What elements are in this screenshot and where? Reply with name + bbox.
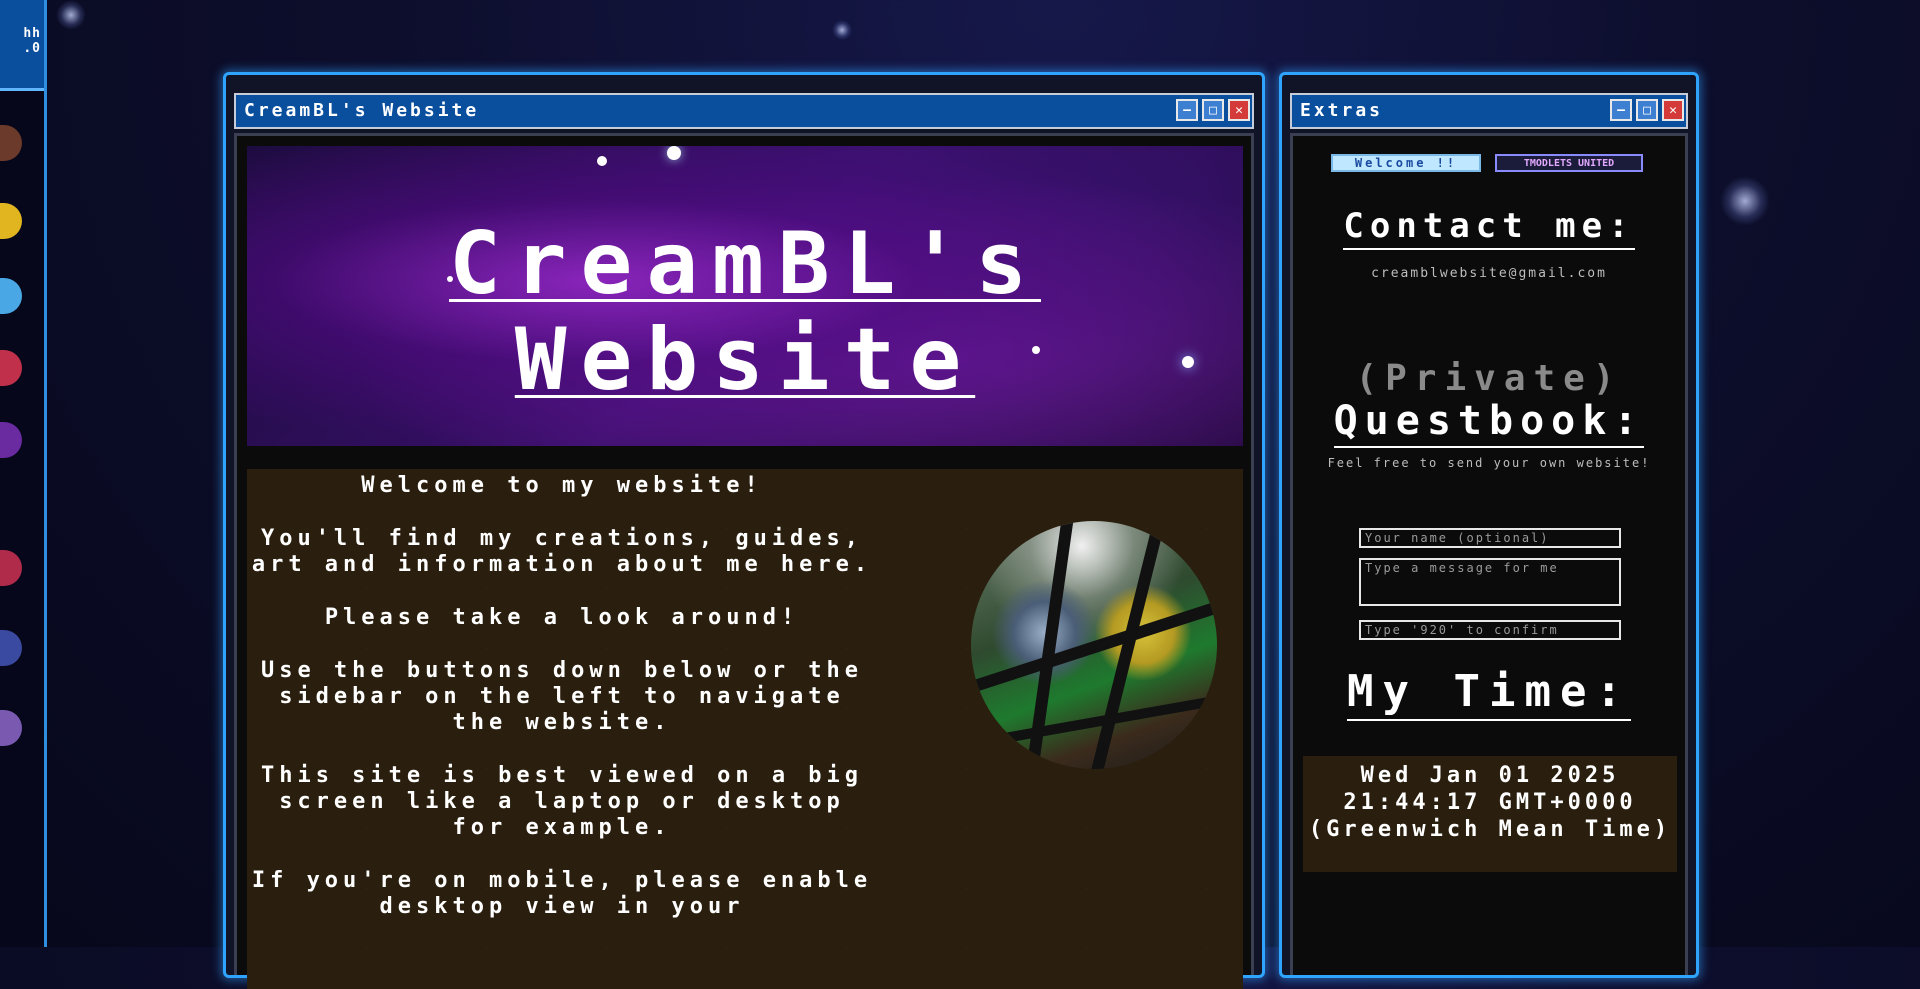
welcome-paragraph: Please take a look around! (324, 605, 800, 630)
tmodlets-united-badge[interactable]: TMODLETS UNITED (1495, 154, 1643, 172)
welcome-paragraph: You'll find my creations, guides, art an… (251, 526, 873, 577)
sidebar-item-crystal-icon[interactable] (0, 278, 22, 314)
avatar-parakeet-photo (971, 521, 1217, 769)
minimize-button[interactable]: – (1610, 99, 1632, 121)
site-banner: CreamBL's Website (247, 146, 1243, 446)
banner-title-line1: CreamBL's (449, 214, 1041, 314)
welcome-paragraph: Welcome to my website! (361, 473, 763, 498)
extras-window-body: Welcome !! TMODLETS UNITED Contact me: c… (1290, 133, 1688, 975)
welcome-paragraph: If you're on mobile, please enable deskt… (251, 868, 873, 919)
main-window: CreamBL's Website – □ ✕ CreamBL's Websit… (223, 72, 1265, 989)
banner-star (667, 146, 681, 160)
banner-title-line2: Website (514, 310, 976, 410)
welcome-content: Welcome to my website! You'll find my cr… (247, 469, 1243, 989)
extras-window-title: Extras (1300, 100, 1384, 121)
sidebar-header: hh .0 (0, 0, 44, 91)
confirm-input[interactable] (1359, 620, 1621, 640)
private-label: (Private) (1355, 358, 1623, 399)
banner-title: CreamBL's Website (247, 216, 1243, 408)
main-window-titlebar[interactable]: CreamBL's Website – □ ✕ (234, 93, 1254, 129)
cage-bar (971, 690, 1217, 752)
welcome-paragraph: This site is best viewed on a big screen… (260, 763, 864, 840)
minimize-button[interactable]: – (1176, 99, 1198, 121)
sidebar-item-orb-icon[interactable] (0, 422, 22, 458)
sidebar-item-house-icon[interactable] (0, 125, 22, 161)
time-display: Wed Jan 01 2025 21:44:17 GMT+0000 (Green… (1303, 756, 1677, 872)
background-star (1720, 176, 1770, 226)
welcome-text: Welcome to my website! You'll find my cr… (247, 473, 877, 947)
maximize-button[interactable]: □ (1202, 99, 1224, 121)
sidebar-item-bell-icon[interactable] (0, 203, 22, 239)
name-input[interactable] (1359, 528, 1621, 548)
main-window-body: CreamBL's Website Welcome to my website!… (234, 133, 1254, 989)
contact-heading-text: Contact me: (1343, 206, 1635, 250)
contact-email[interactable]: creamblwebsite@gmail.com (1293, 266, 1685, 281)
banner-star (597, 156, 607, 166)
questbook-heading: Questbook: (1293, 398, 1685, 448)
sidebar-item-gem-icon[interactable] (0, 550, 22, 586)
sidebar-version-label: hh .0 (23, 26, 41, 56)
maximize-button[interactable]: □ (1636, 99, 1658, 121)
sidebar-item-pearl-icon[interactable] (0, 710, 22, 746)
time-heading-text: My Time: (1347, 666, 1631, 721)
message-textarea[interactable] (1359, 558, 1621, 606)
close-button[interactable]: ✕ (1662, 99, 1684, 121)
background-star (56, 0, 86, 30)
extras-window-titlebar[interactable]: Extras – □ ✕ (1290, 93, 1688, 129)
welcome-badge[interactable]: Welcome !! (1331, 154, 1481, 172)
time-heading: My Time: (1293, 666, 1685, 721)
close-button[interactable]: ✕ (1228, 99, 1250, 121)
background-star (832, 20, 852, 40)
cage-bar (971, 592, 1217, 698)
sidebar-item-moon-icon[interactable] (0, 630, 22, 666)
questbook-subtext: Feel free to send your own website! (1327, 456, 1651, 470)
main-window-title: CreamBL's Website (244, 100, 480, 121)
extras-window: Extras – □ ✕ Welcome !! TMODLETS UNITED … (1279, 72, 1699, 978)
sidebar: hh .0 (0, 0, 47, 947)
contact-heading: Contact me: (1293, 206, 1685, 250)
sidebar-item-glove-icon[interactable] (0, 350, 22, 386)
welcome-paragraph: Use the buttons down below or the sideba… (260, 658, 864, 735)
questbook-heading-text: Questbook: (1333, 398, 1645, 448)
